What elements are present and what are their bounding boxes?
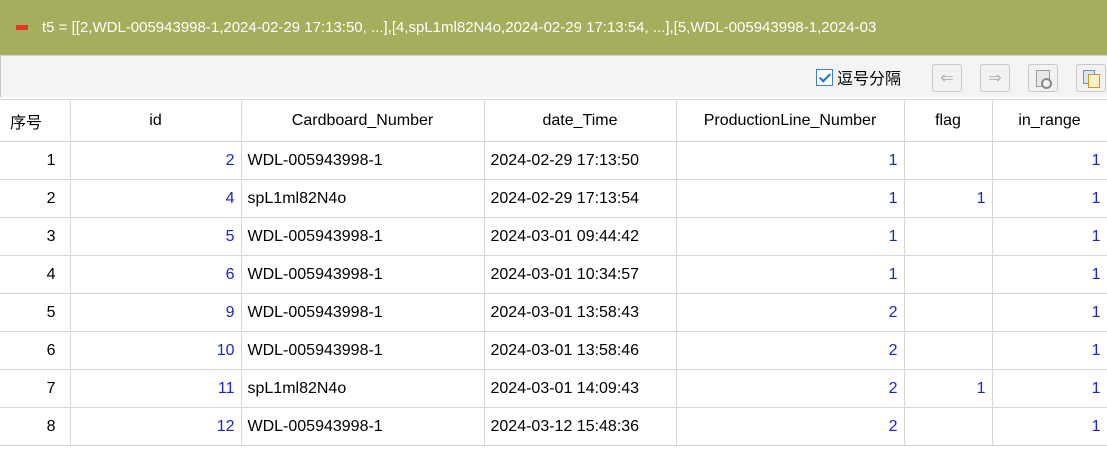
cell-production-line[interactable]: 1	[675, 141, 905, 180]
comma-separated-label: 逗号分隔	[837, 71, 902, 88]
cell-index[interactable]: 8	[0, 407, 71, 446]
cell-cardboard-number[interactable]: WDL-005943998-1	[240, 407, 485, 446]
cell-in-range[interactable]: 1	[991, 255, 1107, 294]
variable-viewer-window: t5 = [[2,WDL-005943998-1,2024-02-29 17:1…	[0, 0, 1107, 457]
preview-button[interactable]	[1028, 64, 1058, 92]
cell-production-line[interactable]: 1	[675, 217, 905, 256]
cell-id[interactable]: 2	[69, 141, 242, 180]
cell-id[interactable]: 11	[69, 369, 242, 408]
cell-date-time[interactable]: 2024-03-01 10:34:57	[483, 255, 677, 294]
cell-flag[interactable]	[903, 217, 993, 256]
arrow-right-icon: ⇒	[988, 70, 1002, 87]
document-search-icon	[1036, 69, 1052, 89]
cell-flag[interactable]	[903, 141, 993, 180]
cell-cardboard-number[interactable]: WDL-005943998-1	[240, 293, 485, 332]
table-row[interactable]: 2 4 spL1ml82N4o 2024-02-29 17:13:54 1 1 …	[0, 179, 1107, 218]
variable-title: t5 = [[2,WDL-005943998-1,2024-02-29 17:1…	[42, 19, 877, 36]
cell-cardboard-number[interactable]: WDL-005943998-1	[240, 217, 485, 256]
cell-index[interactable]: 1	[0, 141, 71, 180]
title-bar[interactable]: t5 = [[2,WDL-005943998-1,2024-02-29 17:1…	[0, 0, 1107, 55]
cell-index[interactable]: 7	[0, 369, 71, 408]
cell-production-line[interactable]: 1	[675, 255, 905, 294]
cell-in-range[interactable]: 1	[991, 407, 1107, 446]
cell-date-time[interactable]: 2024-03-12 15:48:36	[483, 407, 677, 446]
cell-in-range[interactable]: 1	[991, 179, 1107, 218]
table-row[interactable]: 6 10 WDL-005943998-1 2024-03-01 13:58:46…	[0, 331, 1107, 370]
cell-production-line[interactable]: 2	[675, 293, 905, 332]
column-header-flag[interactable]: flag	[903, 99, 993, 142]
cell-production-line[interactable]: 1	[675, 179, 905, 218]
cell-cardboard-number[interactable]: spL1ml82N4o	[240, 369, 485, 408]
copy-icon	[1083, 70, 1100, 88]
cell-id[interactable]: 10	[69, 331, 242, 370]
cell-production-line[interactable]: 2	[675, 331, 905, 370]
copy-button[interactable]	[1076, 64, 1106, 92]
previous-button[interactable]: ⇐	[932, 64, 962, 92]
cell-date-time[interactable]: 2024-03-01 13:58:43	[483, 293, 677, 332]
cell-flag[interactable]	[903, 331, 993, 370]
column-header-production-line-number[interactable]: ProductionLine_Number	[675, 99, 905, 142]
cell-cardboard-number[interactable]: spL1ml82N4o	[240, 179, 485, 218]
collapse-icon[interactable]	[16, 25, 28, 30]
toolbar: 逗号分隔 ⇐ ⇒	[0, 55, 1107, 97]
cell-index[interactable]: 3	[0, 217, 71, 256]
next-button[interactable]: ⇒	[980, 64, 1010, 92]
cell-index[interactable]: 2	[0, 179, 71, 218]
header-row: 序号 id Cardboard_Number date_Time Product…	[0, 99, 1107, 142]
cell-in-range[interactable]: 1	[991, 217, 1107, 256]
cell-cardboard-number[interactable]: WDL-005943998-1	[240, 331, 485, 370]
cell-date-time[interactable]: 2024-03-01 09:44:42	[483, 217, 677, 256]
cell-index[interactable]: 6	[0, 331, 71, 370]
cell-index[interactable]: 4	[0, 255, 71, 294]
table-row[interactable]: 8 12 WDL-005943998-1 2024-03-12 15:48:36…	[0, 407, 1107, 446]
cell-flag[interactable]	[903, 255, 993, 294]
comma-separated-toggle[interactable]: 逗号分隔	[816, 65, 901, 89]
cell-date-time[interactable]: 2024-03-01 13:58:46	[483, 331, 677, 370]
cell-flag[interactable]	[903, 407, 993, 446]
cell-id[interactable]: 9	[69, 293, 242, 332]
data-table: 序号 id Cardboard_Number date_Time Product…	[0, 99, 1107, 446]
cell-flag[interactable]: 1	[903, 369, 993, 408]
cell-production-line[interactable]: 2	[675, 407, 905, 446]
cell-date-time[interactable]: 2024-02-29 17:13:50	[483, 141, 677, 180]
cell-id[interactable]: 5	[69, 217, 242, 256]
table-row[interactable]: 1 2 WDL-005943998-1 2024-02-29 17:13:50 …	[0, 141, 1107, 180]
cell-cardboard-number[interactable]: WDL-005943998-1	[240, 141, 485, 180]
cell-in-range[interactable]: 1	[991, 331, 1107, 370]
cell-id[interactable]: 6	[69, 255, 242, 294]
cell-date-time[interactable]: 2024-02-29 17:13:54	[483, 179, 677, 218]
cell-date-time[interactable]: 2024-03-01 14:09:43	[483, 369, 677, 408]
arrow-left-icon: ⇐	[940, 70, 954, 87]
table-row[interactable]: 7 11 spL1ml82N4o 2024-03-01 14:09:43 2 1…	[0, 369, 1107, 408]
column-header-date-time[interactable]: date_Time	[483, 99, 677, 142]
table-row[interactable]: 3 5 WDL-005943998-1 2024-03-01 09:44:42 …	[0, 217, 1107, 256]
column-header-id[interactable]: id	[69, 99, 242, 142]
column-header-index[interactable]: 序号	[0, 99, 71, 142]
cell-in-range[interactable]: 1	[991, 369, 1107, 408]
table-row[interactable]: 4 6 WDL-005943998-1 2024-03-01 10:34:57 …	[0, 255, 1107, 294]
cell-in-range[interactable]: 1	[991, 293, 1107, 332]
cell-id[interactable]: 4	[69, 179, 242, 218]
cell-flag[interactable]: 1	[903, 179, 993, 218]
column-header-cardboard-number[interactable]: Cardboard_Number	[240, 99, 485, 142]
cell-in-range[interactable]: 1	[991, 141, 1107, 180]
cell-production-line[interactable]: 2	[675, 369, 905, 408]
cell-id[interactable]: 12	[69, 407, 242, 446]
cell-index[interactable]: 5	[0, 293, 71, 332]
column-header-in-range[interactable]: in_range	[991, 99, 1107, 142]
table-row[interactable]: 5 9 WDL-005943998-1 2024-03-01 13:58:43 …	[0, 293, 1107, 332]
cell-cardboard-number[interactable]: WDL-005943998-1	[240, 255, 485, 294]
checkbox-checked-icon[interactable]	[816, 68, 833, 86]
cell-flag[interactable]	[903, 293, 993, 332]
